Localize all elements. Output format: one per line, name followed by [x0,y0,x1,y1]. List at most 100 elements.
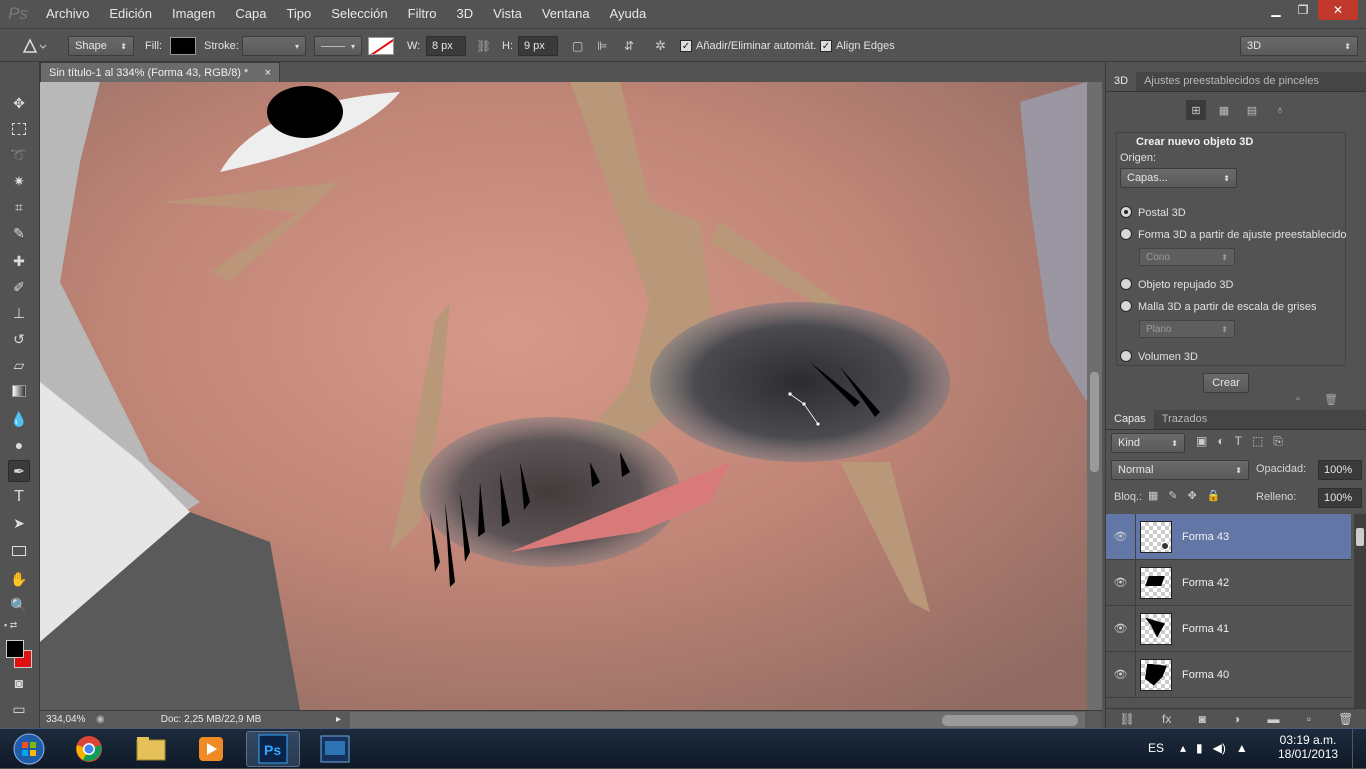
canvas[interactable] [40,82,1087,710]
visibility-eye-icon[interactable]: 👁 [1106,559,1136,606]
clock[interactable]: 03:19 a.m. 18/01/2013 [1278,733,1338,761]
menu-ayuda[interactable]: Ayuda [600,0,657,28]
radio-postal-3d[interactable] [1120,206,1132,218]
radio-shape-preset[interactable] [1120,228,1132,240]
path-arrangement-icon[interactable]: ⇵ [624,39,634,53]
close-document-icon[interactable]: × [265,67,271,79]
brush-tool-icon[interactable]: ✐ [8,276,30,298]
clone-stamp-tool-icon[interactable]: ⊥ [8,302,30,324]
filter-shape-icon[interactable]: ⬚ [1252,434,1263,449]
visibility-eye-icon[interactable]: 👁 [1106,651,1136,698]
align-edges-checkbox[interactable]: ✓ [820,40,832,52]
layer-row[interactable]: 👁 Forma 41 [1106,605,1351,652]
link-layers-icon[interactable]: ⛓ [1120,712,1135,726]
status-arrow-icon[interactable]: ▸ [336,714,341,725]
stroke-width-dropdown[interactable]: ▾ [242,36,306,56]
foreground-color-swatch[interactable] [6,640,24,658]
horizontal-scrollbar[interactable] [350,712,1085,728]
visibility-eye-icon[interactable]: 👁 [1106,605,1136,652]
blur-tool-icon[interactable]: 💧 [8,408,30,430]
menu-vista[interactable]: Vista [483,0,532,28]
app-taskbar-icon[interactable] [308,731,362,767]
zoom-level[interactable]: 334,04% [46,714,90,725]
layer-name[interactable]: Forma 41 [1182,623,1229,635]
default-colors-icon[interactable]: ▪ ⇄ [4,620,17,631]
doc-info[interactable]: Doc: 2,25 MB/22,9 MB [161,714,262,725]
eyedropper-tool-icon[interactable]: ✎ [8,222,30,244]
3d-material-icon[interactable]: ▤ [1242,100,1262,120]
path-operations-icon[interactable]: ▢ [572,39,583,53]
pen-tool-icon[interactable]: ✒ [8,460,30,482]
radio-grayscale-mesh[interactable] [1120,300,1132,312]
workspace-dropdown[interactable]: 3D ⬍ [1240,36,1358,56]
fill-swatch[interactable] [170,37,196,55]
path-selection-tool-icon[interactable]: ➤ [8,512,30,534]
lasso-tool-icon[interactable]: ➰ [8,144,30,166]
link-dimensions-icon[interactable]: ⛓ [476,39,491,53]
eraser-tool-icon[interactable]: ▱ [8,354,30,376]
drive-icon[interactable]: ▲ [1236,741,1248,755]
media-player-taskbar-icon[interactable] [184,731,238,767]
menu-imagen[interactable]: Imagen [162,0,225,28]
layer-row[interactable]: 👁 Forma 42 [1106,559,1351,606]
height-input[interactable]: 9 px [518,36,558,56]
option-grayscale-mesh[interactable]: Malla 3D a partir de escala de grises [1120,298,1317,313]
volume-icon[interactable]: ◀) [1213,741,1226,755]
magic-wand-tool-icon[interactable]: ✷ [8,170,30,192]
option-shape-preset[interactable]: Forma 3D a partir de ajuste preestableci… [1120,226,1347,241]
radio-volume-3d[interactable] [1120,350,1132,362]
language-indicator[interactable]: ES [1148,741,1164,755]
menu-ventana[interactable]: Ventana [532,0,600,28]
blend-mode-dropdown[interactable]: Normal ⬍ [1111,460,1249,480]
delete-3d-icon[interactable]: 🗑 [1324,393,1338,406]
layer-row[interactable]: 👁 Forma 40 [1106,651,1351,698]
layer-name[interactable]: Forma 42 [1182,577,1229,589]
zoom-tool-icon[interactable]: 🔍 [8,594,30,616]
filter-type-icon[interactable]: T [1235,434,1242,449]
3d-light-icon[interactable]: ♁ [1270,100,1290,120]
marquee-tool-icon[interactable] [8,118,30,140]
layers-scrollbar[interactable] [1354,514,1366,708]
origin-dropdown[interactable]: Capas... ⬍ [1120,168,1237,188]
layer-row[interactable]: 👁 Forma 43 [1106,514,1351,560]
screen-mode-icon[interactable]: ▭ [8,698,30,720]
crop-tool-icon[interactable]: ⌗ [8,196,30,218]
lock-pixels-icon[interactable]: ✎ [1168,489,1177,502]
quick-mask-icon[interactable]: ◙ [8,672,30,694]
menu-filtro[interactable]: Filtro [398,0,447,28]
tray-expand-icon[interactable]: ▴ [1180,741,1186,755]
tab-3d[interactable]: 3D [1106,71,1137,91]
tool-mode-dropdown[interactable]: Shape ⬍ [68,36,134,56]
tab-layers[interactable]: Capas [1106,409,1154,429]
layer-name[interactable]: Forma 43 [1182,531,1229,543]
lock-position-icon[interactable]: ✥ [1188,489,1197,502]
lock-all-icon[interactable]: 🔒 [1207,489,1221,502]
menu-archivo[interactable]: Archivo [36,0,99,28]
tab-brush-presets[interactable]: Ajustes preestablecidos de pinceles [1136,71,1327,91]
menu-capa[interactable]: Capa [225,0,276,28]
vertical-scroll-thumb[interactable] [1090,372,1099,472]
stroke-type-dropdown[interactable]: ▾ [314,36,362,56]
filter-smart-object-icon[interactable]: ⎘ [1273,434,1283,449]
auto-add-delete-checkbox[interactable]: ✓ [680,40,692,52]
explorer-taskbar-icon[interactable] [124,731,178,767]
stroke-color-swatch[interactable] [368,37,394,55]
photoshop-taskbar-icon[interactable]: Ps [246,731,300,767]
menu-edicion[interactable]: Edición [99,0,162,28]
gradient-tool-icon[interactable] [8,380,30,402]
create-3d-button[interactable]: Crear [1203,373,1249,393]
document-tab[interactable]: Sin título-1 al 334% (Forma 43, RGB/8) *… [40,62,280,82]
type-tool-icon[interactable]: T [8,486,30,508]
add-mask-icon[interactable]: ◙ [1199,712,1206,726]
3d-mesh-icon[interactable]: ▦ [1214,100,1234,120]
option-postal-3d[interactable]: Postal 3D [1120,204,1186,219]
move-tool-icon[interactable]: ✥ [8,92,30,114]
shape-preset-dropdown[interactable]: Cono ⬍ [1139,248,1235,266]
healing-brush-tool-icon[interactable]: ✚ [8,250,30,272]
visibility-eye-icon[interactable]: 👁 [1106,514,1136,560]
opacity-input[interactable]: 100% [1318,460,1362,480]
dodge-tool-icon[interactable]: ● [8,434,30,456]
history-brush-tool-icon[interactable]: ↺ [8,328,30,350]
settings-gear-icon[interactable]: ✲ [655,38,666,54]
menu-3d[interactable]: 3D [447,0,484,28]
